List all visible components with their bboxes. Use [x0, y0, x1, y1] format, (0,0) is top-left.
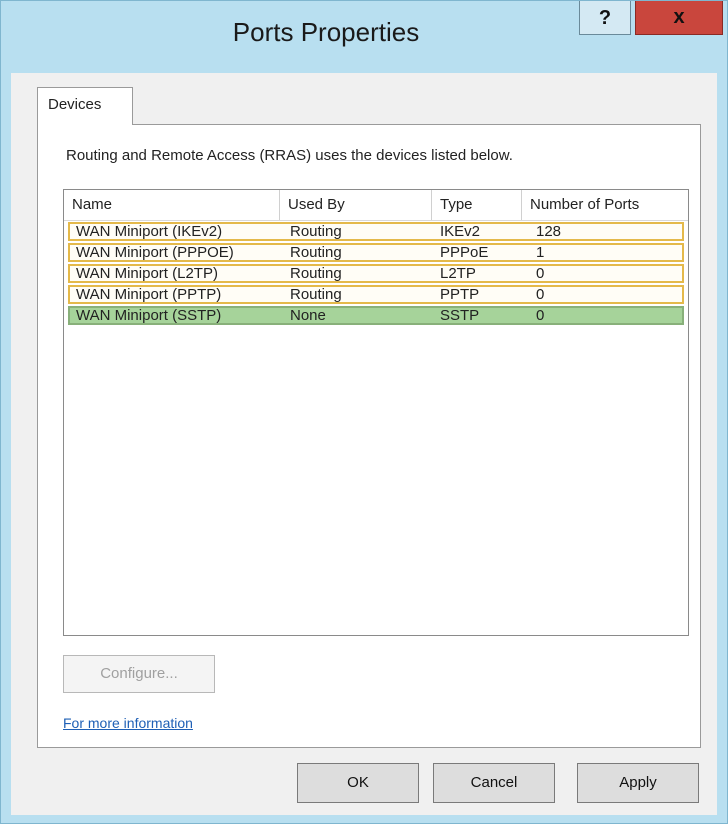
cell-name: WAN Miniport (SSTP): [76, 307, 222, 324]
cell-type: SSTP: [440, 307, 480, 324]
table-row[interactable]: WAN Miniport (PPPOE) Routing PPPoE 1: [68, 243, 684, 262]
cell-type: PPTP: [440, 286, 480, 303]
cell-ports: 0: [536, 307, 545, 324]
more-information-link[interactable]: For more information: [63, 715, 193, 731]
cell-name: WAN Miniport (IKEv2): [76, 223, 223, 240]
cell-name: WAN Miniport (L2TP): [76, 265, 218, 282]
devices-tab-panel: Routing and Remote Access (RRAS) uses th…: [37, 124, 701, 748]
cell-used-by: Routing: [290, 244, 342, 261]
column-header-type[interactable]: Type: [432, 190, 522, 220]
column-header-number-of-ports[interactable]: Number of Ports: [522, 190, 688, 220]
cell-type: PPPoE: [440, 244, 489, 261]
cancel-button[interactable]: Cancel: [433, 763, 555, 803]
help-button[interactable]: ?: [579, 1, 631, 35]
column-header-name[interactable]: Name: [64, 190, 280, 220]
apply-button[interactable]: Apply: [577, 763, 699, 803]
cell-name: WAN Miniport (PPTP): [76, 286, 222, 303]
table-row[interactable]: WAN Miniport (L2TP) Routing L2TP 0: [68, 264, 684, 283]
close-button[interactable]: x: [635, 1, 723, 35]
window-title: Ports Properties: [232, 17, 420, 47]
column-header-used-by[interactable]: Used By: [280, 190, 432, 220]
ports-properties-dialog: Ports Properties ? x Devices Routing and…: [0, 0, 728, 824]
cell-ports: 0: [536, 265, 545, 282]
cell-used-by: Routing: [290, 286, 342, 303]
configure-button[interactable]: Configure...: [63, 655, 215, 693]
cell-ports: 0: [536, 286, 545, 303]
tab-devices[interactable]: Devices: [37, 87, 133, 125]
devices-list[interactable]: Name Used By Type Number of Ports WAN Mi…: [63, 189, 689, 636]
ok-button[interactable]: OK: [297, 763, 419, 803]
dialog-body: Devices Routing and Remote Access (RRAS)…: [11, 73, 717, 815]
cell-ports: 128: [536, 223, 562, 240]
devices-description: Routing and Remote Access (RRAS) uses th…: [66, 147, 513, 164]
table-row[interactable]: WAN Miniport (IKEv2) Routing IKEv2 128: [68, 222, 684, 241]
list-header: Name Used By Type Number of Ports: [64, 190, 688, 221]
title-bar[interactable]: Ports Properties ? x: [1, 1, 727, 73]
cell-used-by: None: [290, 307, 326, 324]
cell-ports: 1: [536, 244, 545, 261]
cell-name: WAN Miniport (PPPOE): [76, 244, 234, 261]
cell-type: L2TP: [440, 265, 476, 282]
table-row[interactable]: WAN Miniport (PPTP) Routing PPTP 0: [68, 285, 684, 304]
cell-used-by: Routing: [290, 265, 342, 282]
table-row-selected[interactable]: WAN Miniport (SSTP) None SSTP 0: [68, 306, 684, 325]
cell-type: IKEv2: [440, 223, 481, 240]
cell-used-by: Routing: [290, 223, 342, 240]
